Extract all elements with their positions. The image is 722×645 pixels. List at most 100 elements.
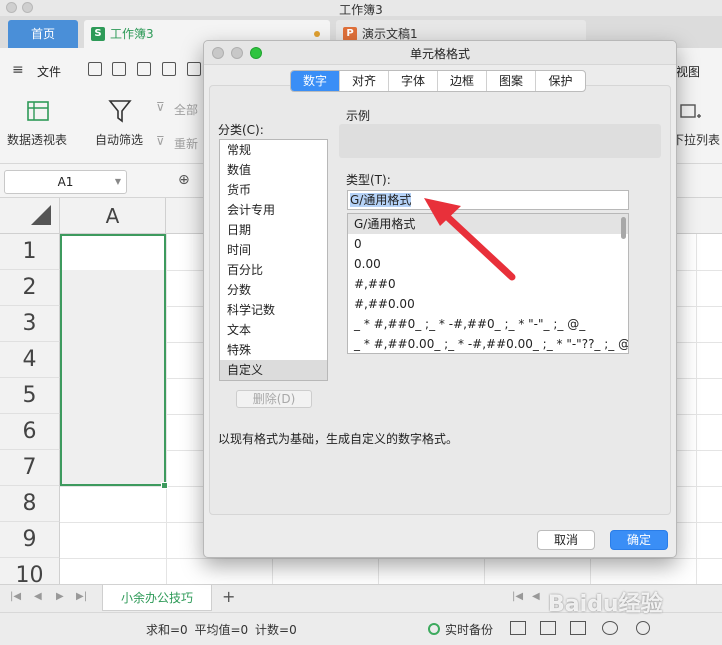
- row-header[interactable]: 10: [0, 558, 60, 584]
- category-item[interactable]: 货币: [220, 180, 327, 200]
- tab-number[interactable]: 数字: [291, 71, 340, 91]
- spreadsheet-icon: S: [91, 27, 105, 41]
- tab-border[interactable]: 边框: [438, 71, 487, 91]
- scroll-left-icon[interactable]: |◀: [512, 591, 523, 602]
- type-list-item[interactable]: _ * #,##0.00_ ;_ * -#,##0.00_ ;_ * "-"??…: [348, 334, 628, 353]
- type-list-item[interactable]: 0.00: [348, 254, 628, 274]
- dialog-titlebar: 单元格格式: [204, 41, 676, 65]
- reapply-button[interactable]: 重新: [174, 135, 198, 152]
- save-icon[interactable]: [112, 62, 126, 76]
- pivot-table-button[interactable]: 数据透视表: [7, 131, 67, 148]
- category-item[interactable]: 数值: [220, 160, 327, 180]
- scroll-right-icon[interactable]: ◀: [532, 591, 540, 602]
- dialog-title: 单元格格式: [409, 47, 470, 61]
- category-item[interactable]: 特殊: [220, 340, 327, 360]
- page-layout-icon[interactable]: [540, 621, 556, 635]
- category-list[interactable]: 常规 数值 货币 会计专用 日期 时间 百分比 分数 科学记数 文本 特殊 自定…: [219, 139, 328, 381]
- first-sheet-icon[interactable]: |◀: [10, 591, 21, 602]
- pivot-table-icon: [27, 101, 49, 121]
- menu-icon[interactable]: ≡: [12, 62, 24, 78]
- dropdown-list-button[interactable]: 下拉列表: [672, 131, 720, 148]
- row-header[interactable]: 7: [0, 450, 60, 486]
- category-item[interactable]: 分数: [220, 280, 327, 300]
- page-break-icon[interactable]: [570, 621, 586, 635]
- grid-line: [166, 234, 167, 584]
- row-header[interactable]: 3: [0, 306, 60, 342]
- next-sheet-icon[interactable]: ▶: [56, 591, 64, 602]
- magnifier-icon[interactable]: ⊕: [178, 172, 190, 188]
- view-menu[interactable]: 视图: [676, 63, 700, 80]
- dropdown-list-icon: [680, 104, 701, 118]
- select-all-corner[interactable]: [0, 198, 60, 234]
- row-header[interactable]: 5: [0, 378, 60, 414]
- category-item[interactable]: 会计专用: [220, 200, 327, 220]
- type-list-item[interactable]: 0: [348, 234, 628, 254]
- active-cell[interactable]: [62, 236, 164, 270]
- row-header[interactable]: 1: [0, 234, 60, 270]
- sample-preview: [339, 124, 661, 158]
- tab-alignment[interactable]: 对齐: [340, 71, 389, 91]
- open-folder-icon[interactable]: [88, 62, 102, 76]
- cancel-button[interactable]: 取消: [537, 530, 595, 550]
- format-painter-icon[interactable]: [137, 62, 151, 76]
- unsaved-dot-icon: [314, 31, 320, 37]
- zoom-out-icon[interactable]: [636, 621, 650, 635]
- format-cells-dialog: 单元格格式 数字 对齐 字体 边框 图案 保护 分类(C): 常规 数值 货币 …: [203, 40, 677, 558]
- fill-handle[interactable]: [161, 482, 168, 489]
- tab-protection[interactable]: 保护: [536, 71, 585, 91]
- type-list-item[interactable]: #,##0: [348, 274, 628, 294]
- window-titlebar: 工作簿3: [0, 0, 722, 17]
- category-item[interactable]: 科学记数: [220, 300, 327, 320]
- category-item[interactable]: 文本: [220, 320, 327, 340]
- row-header[interactable]: 6: [0, 414, 60, 450]
- name-box[interactable]: A1 ▼: [4, 170, 127, 194]
- tab-home[interactable]: 首页: [8, 20, 78, 48]
- selected-range[interactable]: [60, 234, 166, 486]
- tab-workbook-label: 工作簿3: [110, 27, 154, 41]
- print-icon[interactable]: [162, 62, 176, 76]
- category-item-custom[interactable]: 自定义: [220, 360, 327, 380]
- ok-button[interactable]: 确定: [610, 530, 668, 550]
- category-item[interactable]: 常规: [220, 140, 327, 160]
- filter-icon: [108, 100, 132, 123]
- tab-pattern[interactable]: 图案: [487, 71, 536, 91]
- type-input[interactable]: G/通用格式: [347, 190, 629, 210]
- sample-label: 示例: [346, 109, 371, 123]
- autofilter-button[interactable]: 自动筛选: [95, 131, 143, 148]
- show-all-button[interactable]: 全部: [174, 101, 198, 118]
- backup-status-icon: [428, 623, 440, 635]
- type-list[interactable]: G/通用格式 0 0.00 #,##0 #,##0.00 _ * #,##0_ …: [347, 213, 629, 354]
- type-list-item[interactable]: #,##0.00: [348, 294, 628, 314]
- category-item[interactable]: 百分比: [220, 260, 327, 280]
- row-header[interactable]: 8: [0, 486, 60, 522]
- corner-triangle-icon: [31, 205, 51, 225]
- type-list-item[interactable]: G/通用格式: [348, 214, 628, 234]
- reapply-icon: ⊽: [156, 134, 165, 148]
- normal-view-icon[interactable]: [510, 621, 526, 635]
- grid-line: [60, 558, 722, 559]
- type-list-item[interactable]: _ * #,##0_ ;_ * -#,##0_ ;_ * "-"_ ;_ @_: [348, 314, 628, 334]
- tab-font[interactable]: 字体: [389, 71, 438, 91]
- last-sheet-icon[interactable]: ▶|: [76, 591, 87, 602]
- type-list-scrollbar[interactable]: [621, 217, 626, 239]
- dialog-tabs: 数字 对齐 字体 边框 图案 保护: [290, 70, 586, 92]
- chevron-down-icon[interactable]: ▼: [115, 171, 121, 193]
- watermark-logo: Baidu经验: [548, 592, 663, 617]
- add-sheet-button[interactable]: +: [222, 587, 235, 606]
- row-header[interactable]: 4: [0, 342, 60, 378]
- realtime-backup-button[interactable]: 实时备份: [445, 621, 493, 638]
- delete-button[interactable]: 删除(D): [236, 390, 312, 408]
- file-menu[interactable]: 文件: [37, 63, 61, 80]
- print-preview-icon[interactable]: [187, 62, 201, 76]
- row-header[interactable]: 2: [0, 270, 60, 306]
- sheet-tab-active[interactable]: 小余办公技巧: [102, 585, 212, 611]
- row-header[interactable]: 9: [0, 522, 60, 558]
- column-header-a[interactable]: A: [60, 198, 166, 234]
- presentation-icon: P: [343, 27, 357, 41]
- selection-summary: 求和=0 平均值=0 计数=0: [146, 623, 297, 637]
- tab-presentation-label: 演示文稿1: [362, 27, 418, 41]
- prev-sheet-icon[interactable]: ◀: [34, 591, 42, 602]
- category-item[interactable]: 时间: [220, 240, 327, 260]
- category-item[interactable]: 日期: [220, 220, 327, 240]
- reading-mode-icon[interactable]: [602, 621, 618, 635]
